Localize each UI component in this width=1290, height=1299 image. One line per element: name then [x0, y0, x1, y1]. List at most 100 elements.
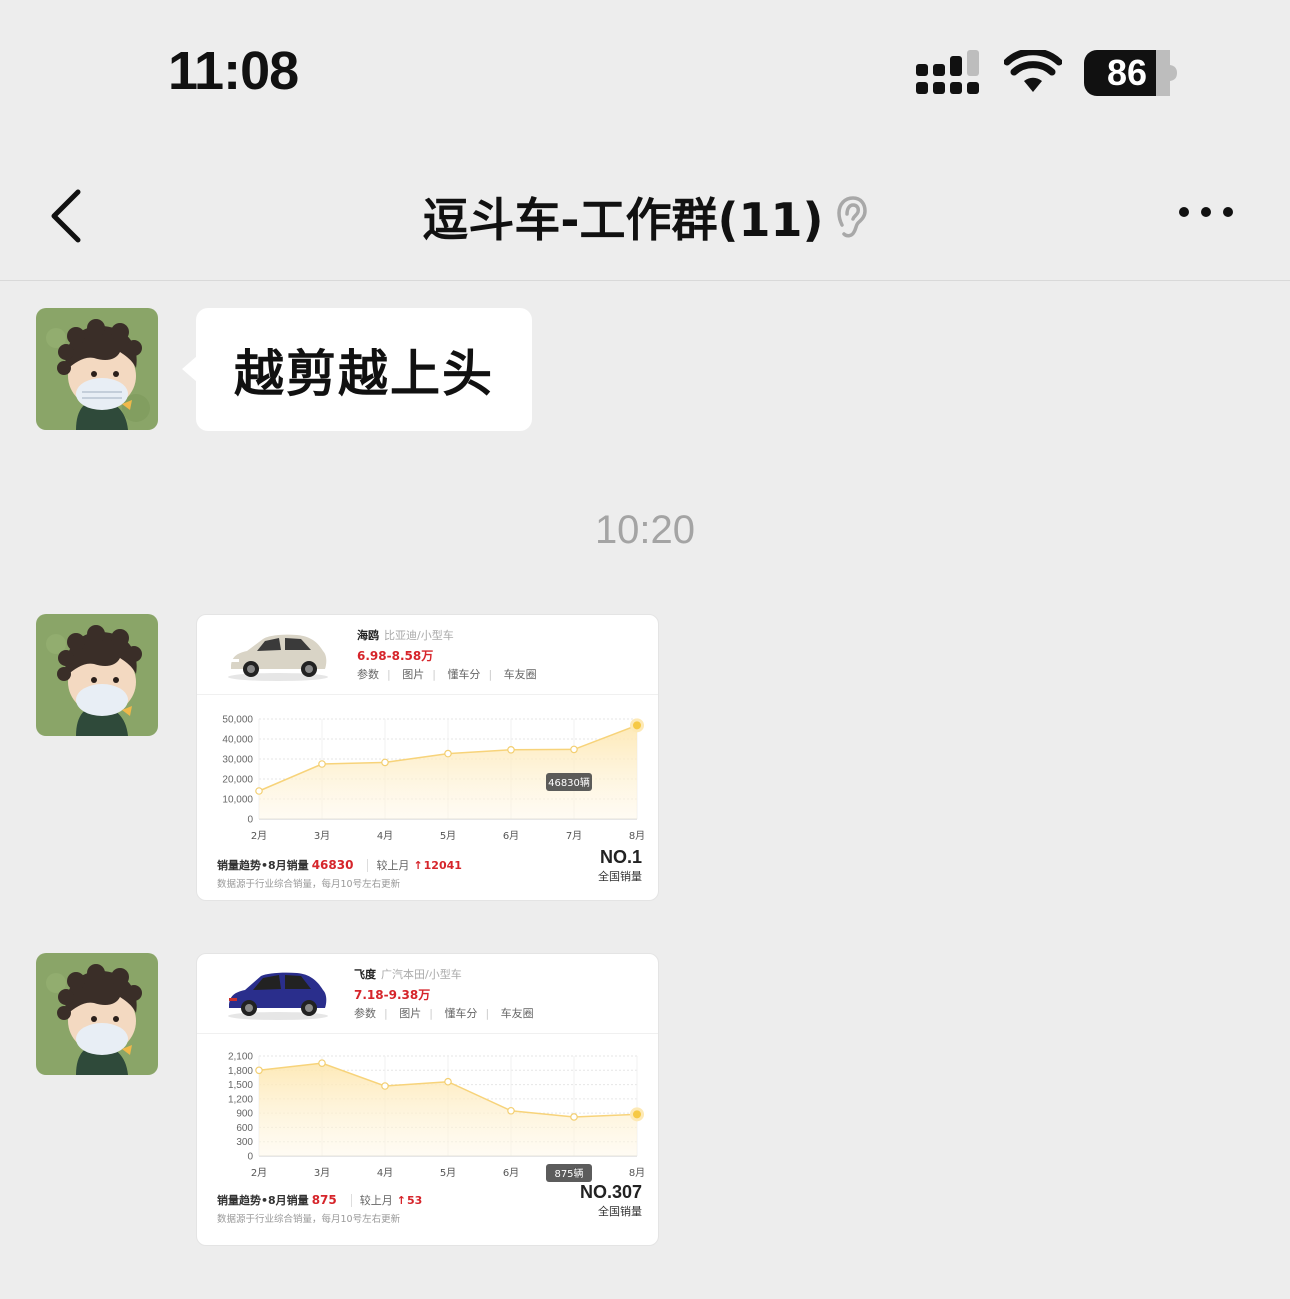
avatar[interactable]	[36, 614, 158, 736]
x-tick-label: 5月	[440, 830, 456, 842]
x-tick-label: 3月	[314, 830, 330, 842]
car-price: 6.98-8.58万	[357, 649, 434, 663]
vs-value: 53	[406, 1194, 423, 1207]
rank-block: NO.1 全国销量	[598, 847, 642, 884]
car-price: 7.18-9.38万	[354, 988, 431, 1002]
up-arrow-icon: ↑	[396, 1194, 406, 1207]
y-tick-label: 0	[247, 1152, 253, 1163]
trend-label: 销量趋势•8月销量	[217, 1194, 309, 1207]
y-tick-label: 1,800	[228, 1066, 253, 1077]
car-links: 参数 | 图片 | 懂车分 | 车友圈	[354, 1007, 534, 1020]
x-tick-label: 6月	[503, 1167, 519, 1179]
car-links: 参数 | 图片 | 懂车分 | 车友圈	[357, 668, 537, 681]
x-tick-label: 5月	[440, 1167, 456, 1179]
status-bar: 11:08 86	[0, 0, 1290, 150]
data-point	[381, 758, 389, 767]
data-point	[507, 745, 515, 754]
x-tick-label: 4月	[377, 830, 393, 842]
link-images[interactable]: 图片	[402, 668, 424, 681]
sales-trend-chart: 2,100 1,800 1,500 1,200 900 600 300 0 2月 3月 4月 5月 6月…	[228, 1052, 645, 1182]
rank-block: NO.307 全国销量	[580, 1182, 642, 1219]
car-name: 海鸥 比亚迪/小型车	[357, 629, 454, 642]
signal-icon	[916, 50, 979, 94]
avatar[interactable]	[36, 953, 158, 1075]
x-tick-label: 2月	[251, 830, 267, 842]
data-point	[633, 1110, 641, 1119]
x-tick-label: 7月	[566, 830, 582, 842]
data-point	[633, 721, 641, 730]
sales-summary: 销量趋势•8月销量 46830 较上月 ↑12041 数据源于行业综合销量，每月10号…	[217, 847, 642, 890]
data-point	[318, 760, 326, 768]
sales-value: 875	[311, 1193, 337, 1207]
x-tick-label: 3月	[314, 1167, 330, 1179]
y-tick-label: 10,000	[222, 795, 253, 806]
tooltip-label: 875辆	[554, 1167, 583, 1180]
data-point	[444, 749, 452, 758]
car-info: 海鸥 比亚迪/小型车 6.98-8.58万 参数 | 图片 | 懂车分 | 车友圈	[197, 615, 658, 695]
data-point	[255, 787, 263, 795]
y-tick-label: 1,500	[228, 1080, 253, 1091]
sales-trend-chart: 50,000 40,000 30,000 20,000 10,000 0 2月 3月 4月 5月 6…	[222, 715, 645, 843]
up-arrow-icon: ↑	[413, 859, 423, 872]
link-score[interactable]: 懂车分	[447, 668, 480, 681]
data-point	[255, 1066, 263, 1075]
car-sales-card[interactable]: 海鸥 比亚迪/小型车 6.98-8.58万 参数 | 图片 | 懂车分 | 车友圈 50…	[196, 614, 659, 901]
data-point	[318, 1059, 326, 1067]
message-timestamp: 10:20	[594, 508, 696, 552]
y-tick-label: 40,000	[222, 735, 253, 746]
link-params[interactable]: 参数	[357, 668, 379, 681]
car-brand: 比亚迪/小型车	[384, 629, 454, 642]
y-tick-label: 600	[236, 1123, 253, 1134]
message-text: 越剪越上头	[234, 344, 494, 403]
status-time: 11:08	[168, 41, 299, 101]
car-image	[228, 972, 328, 1020]
wifi-icon	[1004, 50, 1062, 92]
more-icon[interactable]	[1176, 200, 1236, 224]
y-tick-label: 20,000	[222, 775, 253, 786]
battery-icon: 86	[1084, 50, 1178, 96]
x-tick-label: 8月	[629, 1167, 645, 1179]
rank-number: NO.1	[599, 847, 642, 867]
vs-label: 较上月	[350, 1194, 393, 1207]
y-tick-label: 1,200	[228, 1094, 253, 1105]
message-bubble[interactable]: 越剪越上头	[182, 308, 532, 431]
sales-summary: 销量趋势•8月销量 875 较上月 ↑53 数据源于行业综合销量，每月10号左右更新 …	[217, 1182, 642, 1225]
link-community[interactable]: 车友圈	[501, 1007, 534, 1020]
data-point	[381, 1082, 389, 1090]
ear-icon	[836, 196, 867, 238]
y-tick-label: 2,100	[228, 1052, 253, 1063]
data-note: 数据源于行业综合销量，每月10号左右更新	[217, 879, 401, 890]
y-tick-label: 30,000	[222, 755, 253, 766]
link-params[interactable]: 参数	[354, 1007, 376, 1020]
y-tick-label: 900	[236, 1109, 253, 1120]
battery-level: 86	[1106, 52, 1148, 93]
sales-value: 46830	[311, 858, 354, 872]
car-sales-card[interactable]: 飞度 广汽本田/小型车 7.18-9.38万 参数 | 图片 | 懂车分 | 车友圈 2…	[196, 953, 659, 1246]
car-image	[228, 634, 328, 681]
car-info: 飞度 广汽本田/小型车 7.18-9.38万 参数 | 图片 | 懂车分 | 车友圈	[197, 954, 658, 1034]
link-score[interactable]: 懂车分	[444, 1007, 477, 1020]
link-images[interactable]: 图片	[399, 1007, 421, 1020]
y-tick-label: 0	[247, 815, 253, 826]
car-brand: 广汽本田/小型车	[381, 968, 462, 981]
x-tick-label: 2月	[251, 1167, 267, 1179]
x-tick-label: 4月	[377, 1167, 393, 1179]
rank-label: 全国销量	[598, 1205, 642, 1218]
chat-title[interactable]: 逗斗车-工作群(11)	[422, 193, 823, 247]
y-tick-label: 50,000	[222, 715, 253, 726]
data-note: 数据源于行业综合销量，每月10号左右更新	[217, 1214, 401, 1225]
tooltip-label: 46830辆	[548, 776, 590, 789]
rank-number: NO.307	[579, 1182, 642, 1202]
chat-header: 逗斗车-工作群(11)	[0, 150, 1290, 281]
data-point	[444, 1077, 452, 1086]
data-point	[570, 1113, 578, 1121]
trend-label: 销量趋势•8月销量	[217, 859, 309, 872]
vs-value: 12041	[423, 859, 462, 872]
vs-label: 较上月	[367, 859, 410, 872]
data-point	[507, 1106, 515, 1115]
x-tick-label: 6月	[503, 830, 519, 842]
x-tick-label: 8月	[629, 830, 645, 842]
link-community[interactable]: 车友圈	[504, 668, 537, 681]
y-tick-label: 300	[236, 1137, 253, 1148]
avatar[interactable]	[36, 308, 158, 430]
